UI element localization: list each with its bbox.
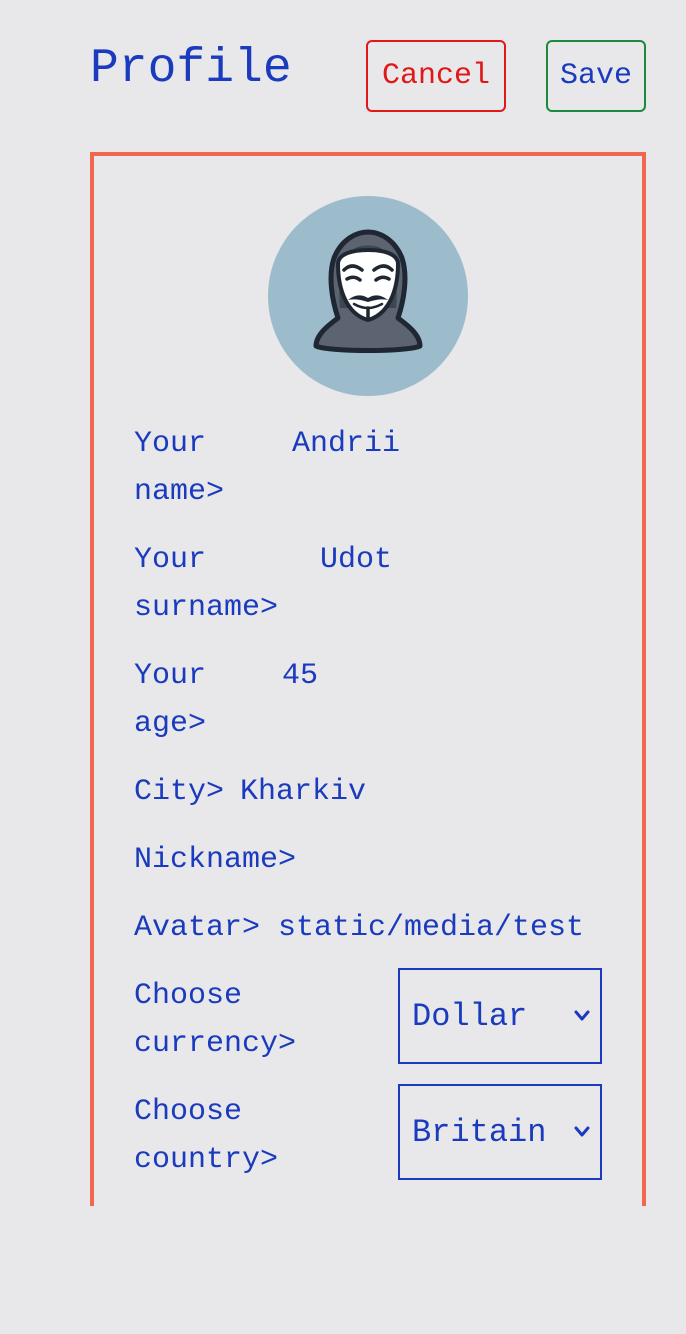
- currency-selected-value: Dollar: [412, 997, 528, 1035]
- avatar-path-value[interactable]: static/media/test: [278, 904, 584, 952]
- age-row: Your age> 45: [134, 652, 604, 748]
- profile-panel: Your name> Andrii Your surname> Udot You…: [90, 152, 646, 1206]
- country-selected-value: Britain: [412, 1113, 547, 1151]
- avatar-path-row: Avatar> static/media/test: [134, 904, 604, 952]
- save-button[interactable]: Save: [546, 40, 646, 112]
- surname-value[interactable]: Udot: [320, 536, 392, 584]
- name-row: Your name> Andrii: [134, 420, 604, 516]
- chevron-down-icon: [574, 1126, 590, 1137]
- header: Profile Cancel Save: [0, 0, 686, 130]
- avatar-path-label: Avatar>: [134, 911, 261, 945]
- age-value[interactable]: 45: [282, 652, 318, 700]
- country-label: Choose country>: [134, 1095, 279, 1177]
- city-value[interactable]: Kharkiv: [240, 768, 366, 816]
- name-label: Your name>: [134, 427, 225, 509]
- cancel-button[interactable]: Cancel: [366, 40, 506, 112]
- city-row: City> Kharkiv: [134, 768, 604, 816]
- chevron-down-icon: [574, 1010, 590, 1021]
- city-label: City>: [134, 775, 225, 809]
- name-value[interactable]: Andrii: [292, 420, 400, 468]
- surname-row: Your surname> Udot: [134, 536, 604, 632]
- nickname-row: Nickname>: [134, 836, 604, 884]
- avatar[interactable]: [268, 196, 468, 396]
- nickname-label: Nickname>: [134, 843, 297, 877]
- country-select[interactable]: Britain: [398, 1084, 602, 1180]
- age-label: Your age>: [134, 659, 207, 741]
- currency-select[interactable]: Dollar: [398, 968, 602, 1064]
- surname-label: Your surname>: [134, 543, 279, 625]
- anonymous-mask-avatar-icon: [313, 229, 423, 353]
- page-title: Profile: [90, 42, 292, 96]
- currency-label: Choose currency>: [134, 979, 297, 1061]
